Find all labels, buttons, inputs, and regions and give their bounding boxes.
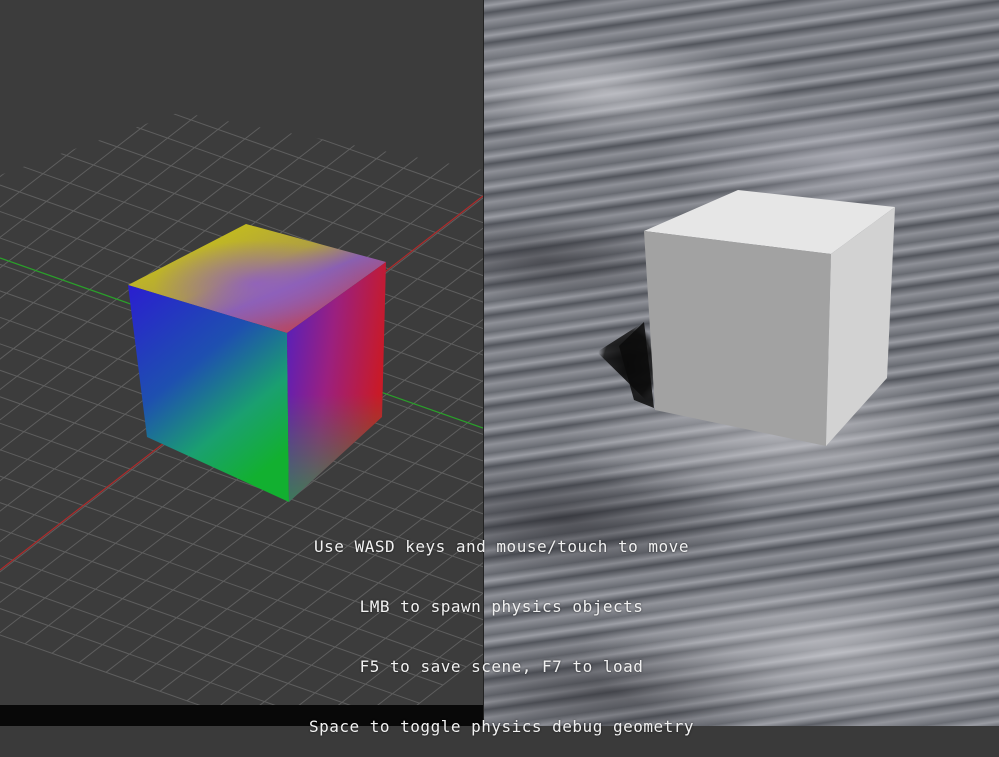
white-cube-front-face — [644, 231, 831, 446]
help-line-spawn: LMB to spawn physics objects — [359, 597, 644, 616]
help-line-move: Use WASD keys and mouse/touch to move — [314, 537, 689, 556]
help-line-debug-geometry: Space to toggle physics debug geometry — [308, 717, 695, 736]
white-cube[interactable] — [644, 190, 895, 446]
controls-help-overlay: Use WASD keys and mouse/touch to move LM… — [0, 497, 999, 757]
help-line-save-load: F5 to save scene, F7 to load — [359, 657, 644, 676]
